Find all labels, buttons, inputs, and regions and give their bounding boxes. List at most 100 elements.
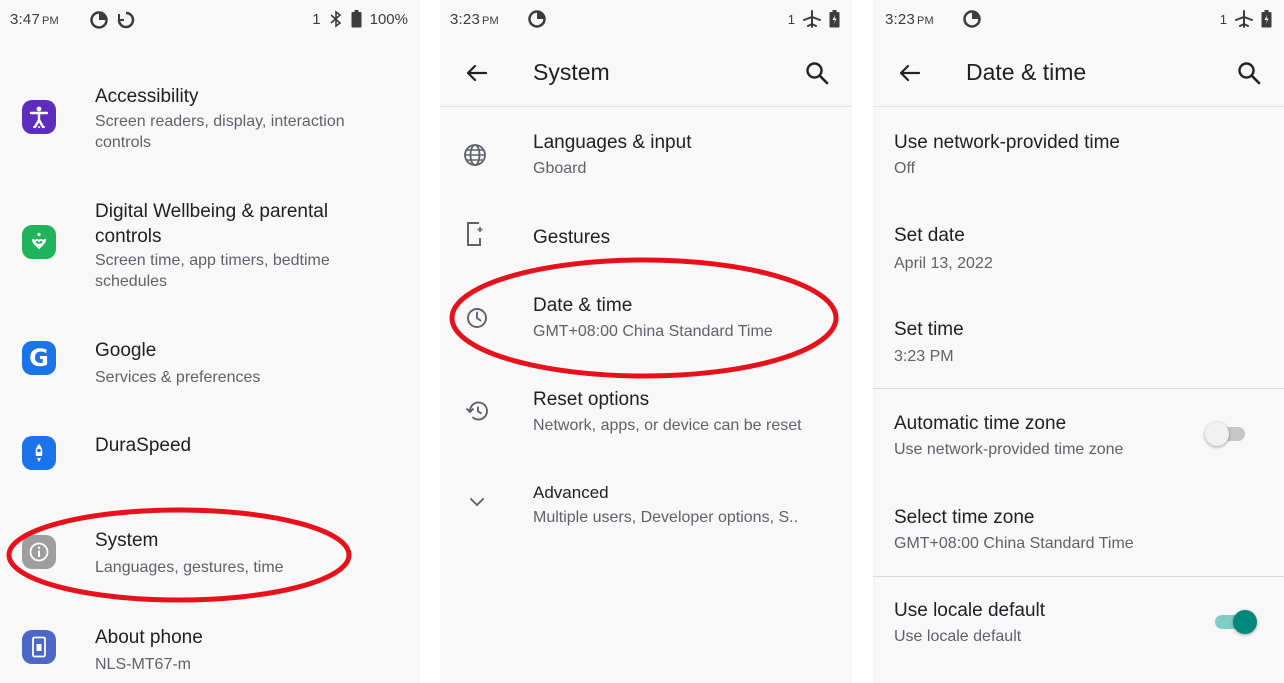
item-title: Select time zone: [894, 507, 1035, 528]
item-subtitle: Screen time, app timers, bedtime schedul…: [95, 252, 330, 290]
item-title: Languages & input: [533, 132, 692, 153]
settings-item-gestures[interactable]: Gestures: [440, 212, 852, 262]
sync-icon: [117, 11, 135, 29]
status-system-icons: 1: [788, 10, 840, 28]
settings-item-accessibility[interactable]: Accessibility Screen readers, display, i…: [0, 82, 420, 162]
setting-set-date[interactable]: Set date April 13, 2022: [873, 212, 1284, 292]
sim-indicator: 1: [312, 10, 321, 28]
item-title: Accessibility: [95, 86, 199, 107]
google-icon: G: [22, 341, 56, 375]
status-time: 3:47 PM: [10, 11, 59, 28]
search-icon[interactable]: [804, 60, 830, 86]
settings-main-screen: 3:47 PM 1 100% Accessibility Screen reade…: [0, 0, 420, 683]
item-subtitle: Languages, gestures, time: [95, 559, 284, 576]
item-title: Gestures: [533, 227, 611, 248]
item-title: Set time: [894, 319, 964, 340]
sim-indicator: 1: [1219, 11, 1227, 27]
settings-item-duraspeed[interactable]: DuraSpeed: [0, 425, 420, 485]
status-notification-icons: [90, 10, 136, 30]
status-time: 3:23 PM: [450, 11, 499, 28]
data-saver-icon: [90, 11, 108, 29]
info-icon: [22, 535, 56, 569]
data-saver-icon: [528, 10, 546, 28]
search-icon[interactable]: [1236, 60, 1262, 86]
settings-item-about-phone[interactable]: About phone NLS-MT67-m: [0, 615, 420, 683]
settings-item-digital-wellbeing[interactable]: Digital Wellbeing & parental controls Sc…: [0, 198, 420, 298]
item-title: Use locale default: [894, 600, 1046, 621]
settings-item-google[interactable]: G Google Services & preferences: [0, 330, 420, 400]
status-bar: 3:23 PM 1: [440, 0, 852, 40]
wellbeing-icon: [22, 225, 56, 259]
settings-item-reset-options[interactable]: Reset options Network, apps, or device c…: [440, 378, 852, 456]
item-subtitle: Off: [894, 160, 916, 177]
automatic-time-zone-toggle[interactable]: [1205, 419, 1251, 449]
gesture-phone-icon: [467, 222, 483, 246]
data-saver-icon: [963, 10, 981, 28]
history-icon: [465, 401, 488, 421]
item-subtitle: GMT+08:00 China Standard Time: [533, 323, 773, 340]
setting-select-time-zone[interactable]: Select time zone GMT+08:00 China Standar…: [873, 494, 1284, 574]
item-title: Reset options: [533, 389, 650, 410]
item-subtitle: Multiple users, Developer options, S..: [533, 509, 799, 526]
item-title: About phone: [95, 627, 203, 648]
battery-charging-icon: [1261, 10, 1272, 28]
status-time: 3:23 PM: [885, 11, 934, 28]
item-title: System: [95, 530, 159, 551]
status-system-icons: 1 100%: [312, 10, 408, 28]
back-arrow-icon[interactable]: [897, 60, 923, 86]
sim-indicator: 1: [787, 11, 795, 27]
settings-item-date-time[interactable]: Date & time GMT+08:00 China Standard Tim…: [440, 284, 852, 362]
settings-item-languages-input[interactable]: Languages & input Gboard: [440, 118, 852, 196]
item-title: Google: [95, 340, 157, 361]
setting-use-locale-default[interactable]: Use locale default Use locale default: [873, 587, 1284, 667]
item-subtitle: Screen readers, display, interaction con…: [95, 113, 345, 151]
settings-item-advanced[interactable]: Advanced Multiple users, Developer optio…: [440, 472, 852, 550]
back-arrow-icon[interactable]: [464, 60, 490, 86]
item-title: Advanced: [533, 483, 609, 502]
item-subtitle: Services & preferences: [95, 369, 261, 386]
airplane-mode-icon: [803, 10, 821, 28]
item-title: Automatic time zone: [894, 413, 1067, 434]
page-title: System: [533, 59, 610, 85]
status-notification-icons: [963, 10, 981, 28]
page-title: Date & time: [966, 59, 1087, 85]
clock-icon: [467, 308, 487, 328]
accessibility-icon: [22, 100, 56, 134]
battery-icon: [351, 10, 362, 28]
system-settings-screen: 3:23 PM 1 System Languages & input Gboard…: [440, 0, 852, 683]
use-locale-default-toggle[interactable]: [1213, 607, 1259, 637]
chevron-down-icon: [470, 498, 484, 507]
section-divider: [873, 388, 1284, 389]
item-title: DuraSpeed: [95, 435, 192, 456]
item-subtitle: Network, apps, or device can be reset: [533, 417, 802, 434]
item-subtitle: April 13, 2022: [894, 255, 993, 272]
item-title: Date & time: [533, 295, 633, 316]
bluetooth-icon: [330, 10, 341, 28]
app-bar: System: [440, 40, 852, 107]
status-bar: 3:47 PM 1 100%: [0, 0, 420, 40]
date-time-settings-screen: 3:23 PM 1 Date & time Use network-provide…: [873, 0, 1284, 683]
settings-item-system[interactable]: System Languages, gestures, time: [0, 520, 420, 590]
duraspeed-icon: [22, 436, 56, 470]
battery-percent: 100%: [369, 10, 408, 28]
globe-icon: [464, 144, 486, 166]
item-subtitle: GMT+08:00 China Standard Time: [894, 535, 1134, 552]
app-bar: Date & time: [873, 40, 1284, 107]
setting-automatic-time-zone[interactable]: Automatic time zone Use network-provided…: [873, 400, 1284, 480]
phone-icon: [22, 630, 56, 664]
status-system-icons: 1: [1220, 10, 1272, 28]
item-title: Digital Wellbeing & parental controls: [95, 201, 329, 247]
item-title: Set date: [894, 225, 965, 246]
status-notification-icons: [528, 10, 546, 28]
item-subtitle: Use locale default: [894, 628, 1022, 645]
setting-network-time[interactable]: Use network-provided time Off: [873, 118, 1284, 198]
battery-charging-icon: [829, 10, 840, 28]
setting-set-time[interactable]: Set time 3:23 PM: [873, 306, 1284, 384]
airplane-mode-icon: [1235, 10, 1253, 28]
status-bar: 3:23 PM 1: [873, 0, 1284, 40]
item-subtitle: NLS-MT67-m: [95, 656, 192, 673]
item-subtitle: Gboard: [533, 160, 587, 177]
item-title: Use network-provided time: [894, 132, 1120, 153]
section-divider: [873, 576, 1284, 577]
item-subtitle: 3:23 PM: [894, 348, 954, 365]
